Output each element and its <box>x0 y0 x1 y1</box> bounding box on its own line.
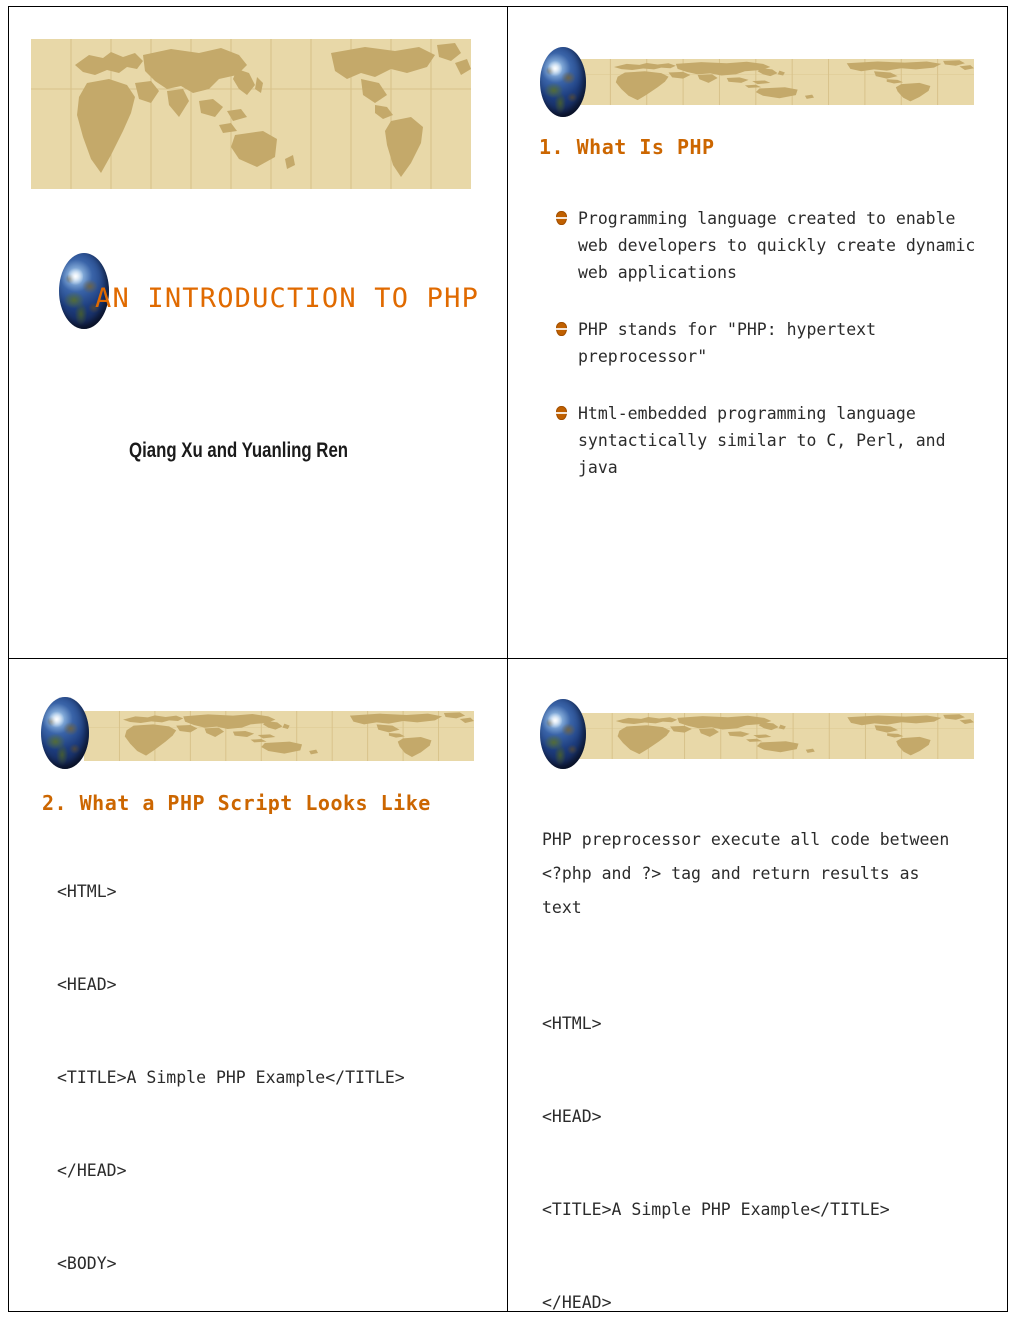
world-map-banner <box>576 713 974 759</box>
code-line: </HEAD> <box>542 1293 612 1311</box>
code-line: <TITLE>A Simple PHP Example</TITLE> <box>542 1200 890 1219</box>
code-line: <HEAD> <box>542 1107 602 1126</box>
list-item-label: PHP stands for "PHP: hypertext preproces… <box>578 320 877 366</box>
list-item: Programming language created to enable w… <box>555 205 976 286</box>
code-block: <HTML> <HEAD> <TITLE>A Simple PHP Exampl… <box>57 845 405 1311</box>
list-item-label: Programming language created to enable w… <box>578 209 976 282</box>
list-item: Html-embedded programming language synta… <box>555 400 976 481</box>
list-item-label: Html-embedded programming language synta… <box>578 404 946 477</box>
globe-icon <box>540 699 586 769</box>
globe-bullet-icon <box>555 406 568 420</box>
slide-title: 2. What a PHP Script Looks Like <box>42 791 431 815</box>
slide-handout-page: AN INTRODUCTION TO PHP Qiang Xu and Yuan… <box>8 6 1008 1312</box>
world-map-banner <box>31 39 471 189</box>
code-line: <HTML> <box>57 882 117 901</box>
slide-php-script: 2. What a PHP Script Looks Like <HTML> <… <box>9 659 508 1311</box>
code-line: </HEAD> <box>57 1161 127 1180</box>
globe-icon <box>41 697 89 769</box>
code-line: <HTML> <box>542 1014 602 1033</box>
globe-icon <box>540 47 586 117</box>
globe-bullet-icon <box>555 322 568 336</box>
world-map-banner <box>84 711 474 761</box>
list-item: PHP stands for "PHP: hypertext preproces… <box>555 316 976 370</box>
code-line: <TITLE>A Simple PHP Example</TITLE> <box>57 1068 405 1087</box>
globe-bullet-icon <box>555 211 568 225</box>
code-block: <HTML> <HEAD> <TITLE>A Simple PHP Exampl… <box>542 977 890 1311</box>
code-line: <HEAD> <box>57 975 117 994</box>
slide-cover: AN INTRODUCTION TO PHP Qiang Xu and Yuan… <box>9 7 508 659</box>
world-map-banner <box>574 59 974 105</box>
cover-authors: Qiang Xu and Yuanling Ren <box>129 439 349 462</box>
slide-what-is-php: 1. What Is PHP Programming language crea… <box>508 7 1007 659</box>
slide-php-output: PHP preprocessor execute all code betwee… <box>508 659 1007 1311</box>
body-paragraph: PHP preprocessor execute all code betwee… <box>542 830 950 917</box>
cover-title: AN INTRODUCTION TO PHP <box>95 283 480 314</box>
slide-title: 1. What Is PHP <box>539 135 715 159</box>
code-line: <BODY> <box>57 1254 117 1273</box>
bullet-list: Programming language created to enable w… <box>555 205 976 481</box>
